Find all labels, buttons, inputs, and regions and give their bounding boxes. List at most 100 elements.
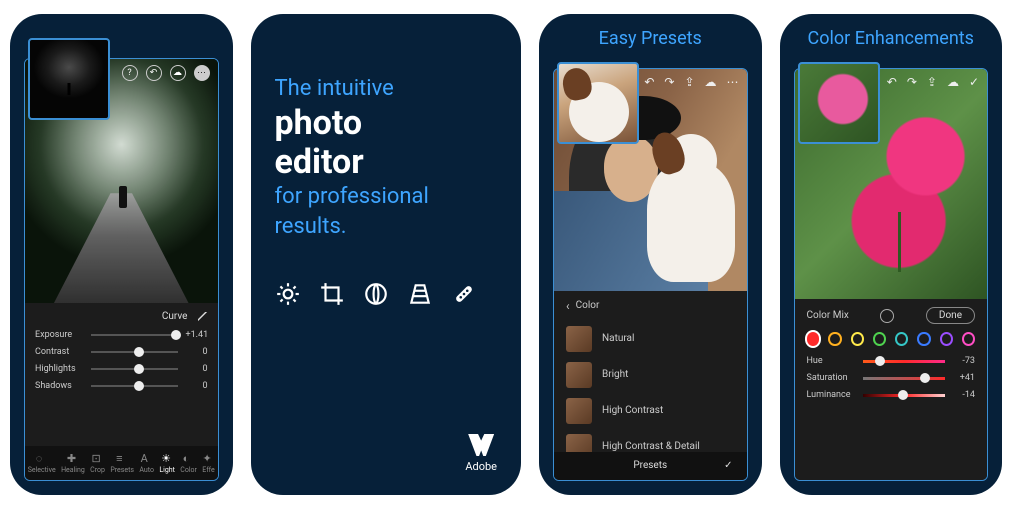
confirm-icon[interactable]: ✓ bbox=[969, 75, 979, 89]
color-mix-panel: Color Mix Done Hue-73 Saturation+41 Lumina… bbox=[795, 299, 988, 480]
preset-label: High Contrast bbox=[602, 405, 663, 416]
slider-value: 0 bbox=[186, 381, 208, 391]
undo-icon[interactable]: ↶ bbox=[887, 75, 897, 89]
pen-icon[interactable] bbox=[198, 312, 208, 322]
selective-icon: ◌ bbox=[36, 452, 48, 464]
swatch-4[interactable] bbox=[895, 332, 908, 346]
swatch-6[interactable] bbox=[940, 332, 953, 346]
nav-selective[interactable]: ◌Selective bbox=[28, 452, 56, 474]
crop-icon: ⊡ bbox=[92, 452, 104, 464]
apply-icon[interactable]: ✓ bbox=[724, 460, 732, 471]
nav-crop[interactable]: ⊡Crop bbox=[90, 452, 105, 474]
healing-icon bbox=[451, 281, 477, 307]
nav-effe[interactable]: ✦Effe bbox=[202, 452, 214, 474]
nav-presets[interactable]: ≡Presets bbox=[110, 452, 134, 474]
tagline-text: The intuitive photo editor for professio… bbox=[275, 74, 498, 241]
geometry-icon bbox=[407, 281, 433, 307]
panel-title: Easy Presets bbox=[539, 14, 762, 57]
back-icon[interactable]: ‹ bbox=[566, 299, 570, 313]
swatch-2[interactable] bbox=[851, 332, 864, 346]
slider-value: 0 bbox=[186, 347, 208, 357]
light-icon: ☀ bbox=[161, 452, 173, 464]
redo-icon[interactable]: ↷ bbox=[664, 75, 674, 89]
slider-track[interactable] bbox=[91, 385, 178, 387]
swatch-5[interactable] bbox=[917, 332, 930, 346]
healing-icon: ✚ bbox=[67, 452, 79, 464]
adobe-logo-icon bbox=[468, 434, 494, 456]
undo-icon[interactable]: ↶ bbox=[146, 65, 162, 81]
slider-shadows[interactable]: Shadows0 bbox=[35, 381, 208, 391]
preset-high-contrast[interactable]: High Contrast bbox=[554, 393, 747, 429]
slider-track[interactable] bbox=[863, 394, 946, 397]
slider-hue[interactable]: Hue-73 bbox=[807, 356, 976, 366]
slider-label: Exposure bbox=[35, 330, 83, 340]
cloud-icon[interactable]: ☁ bbox=[947, 75, 959, 89]
nav-light[interactable]: ☀Light bbox=[159, 452, 175, 474]
tagline-line3: results. bbox=[275, 214, 347, 239]
nav-healing[interactable]: ✚Healing bbox=[61, 452, 85, 474]
slider-luminance[interactable]: Luminance-14 bbox=[807, 390, 976, 400]
target-icon[interactable] bbox=[880, 309, 894, 323]
adobe-label: Adobe bbox=[465, 460, 497, 473]
crop-icon bbox=[319, 281, 345, 307]
share-icon[interactable]: ⇪ bbox=[684, 75, 694, 89]
adobe-brand: Adobe bbox=[465, 434, 497, 473]
presets-footer: Presets ✓ bbox=[554, 452, 747, 480]
share-icon[interactable]: ⇪ bbox=[927, 75, 937, 89]
preset-section: Color bbox=[576, 300, 600, 311]
panel-2-tagline: The intuitive photo editor for professio… bbox=[251, 14, 522, 495]
swatch-0[interactable] bbox=[807, 332, 820, 346]
auto-icon: A bbox=[141, 452, 153, 464]
footer-label[interactable]: Presets bbox=[633, 460, 667, 471]
photo-top-toolbar: ? ↶ ☁ ⋯ bbox=[122, 65, 210, 81]
slider-track[interactable] bbox=[863, 377, 946, 380]
slider-highlights[interactable]: Highlights0 bbox=[35, 364, 208, 374]
undo-icon[interactable]: ↶ bbox=[644, 75, 654, 89]
slider-track[interactable] bbox=[91, 368, 178, 370]
help-icon[interactable]: ? bbox=[122, 65, 138, 81]
appstore-screenshot-gallery: ? ↶ ☁ ⋯ Curve Exposure+1.41 Contrast0 High… bbox=[0, 0, 1012, 509]
nav-auto[interactable]: AAuto bbox=[139, 452, 154, 474]
slider-track[interactable] bbox=[863, 360, 946, 363]
swatch-7[interactable] bbox=[962, 332, 975, 346]
tagline-line2: for professional bbox=[275, 184, 429, 209]
more-icon[interactable]: ⋯ bbox=[727, 75, 739, 89]
tagline-bold2: editor bbox=[275, 143, 498, 182]
slider-exposure[interactable]: Exposure+1.41 bbox=[35, 330, 208, 340]
section-label: Color Mix bbox=[807, 310, 849, 321]
slider-label: Hue bbox=[807, 356, 855, 366]
redo-icon[interactable]: ↷ bbox=[907, 75, 917, 89]
nav-color[interactable]: ◐Color bbox=[180, 452, 197, 474]
curve-tab[interactable]: Curve bbox=[162, 311, 188, 322]
presets-panel: ‹ Color NaturalBrightHigh ContrastHigh C… bbox=[554, 291, 747, 480]
slider-track[interactable] bbox=[91, 351, 178, 353]
photo-top-toolbar: ↶ ↷ ⇪ ☁ ⋯ bbox=[644, 75, 738, 89]
preset-thumb bbox=[566, 398, 592, 424]
color-swatch-row bbox=[807, 332, 976, 346]
swatch-1[interactable] bbox=[828, 332, 841, 346]
slider-saturation[interactable]: Saturation+41 bbox=[807, 373, 976, 383]
phone-frame: ? ↶ ☁ ⋯ Curve Exposure+1.41 Contrast0 High… bbox=[24, 58, 219, 481]
slider-track[interactable] bbox=[91, 334, 178, 336]
preset-label: Bright bbox=[602, 369, 628, 380]
slider-contrast[interactable]: Contrast0 bbox=[35, 347, 208, 357]
preset-thumb bbox=[566, 362, 592, 388]
slider-label: Saturation bbox=[807, 373, 855, 383]
done-button[interactable]: Done bbox=[926, 307, 975, 324]
swatch-3[interactable] bbox=[873, 332, 886, 346]
color-icon: ◐ bbox=[183, 452, 195, 464]
preset-bright[interactable]: Bright bbox=[554, 357, 747, 393]
preset-natural[interactable]: Natural bbox=[554, 321, 747, 357]
before-thumbnail bbox=[28, 38, 110, 120]
editor-bottom-nav: ◌Selective✚Healing ⊡Crop ≡Presets AAuto ☀Lig… bbox=[25, 446, 218, 480]
effe-icon: ✦ bbox=[203, 452, 215, 464]
panel-3-presets: Easy Presets ↶ ↷ ⇪ ☁ ⋯ ‹ Color Natural Br… bbox=[539, 14, 762, 495]
slider-value: 0 bbox=[186, 364, 208, 374]
presets-icon: ≡ bbox=[116, 452, 128, 464]
cloud-icon[interactable]: ☁ bbox=[705, 75, 717, 89]
before-thumbnail bbox=[798, 62, 880, 144]
more-icon[interactable]: ⋯ bbox=[194, 65, 210, 81]
panel-title: Color Enhancements bbox=[780, 14, 1003, 57]
cloud-icon[interactable]: ☁ bbox=[170, 65, 186, 81]
exposure-icon bbox=[275, 281, 301, 307]
